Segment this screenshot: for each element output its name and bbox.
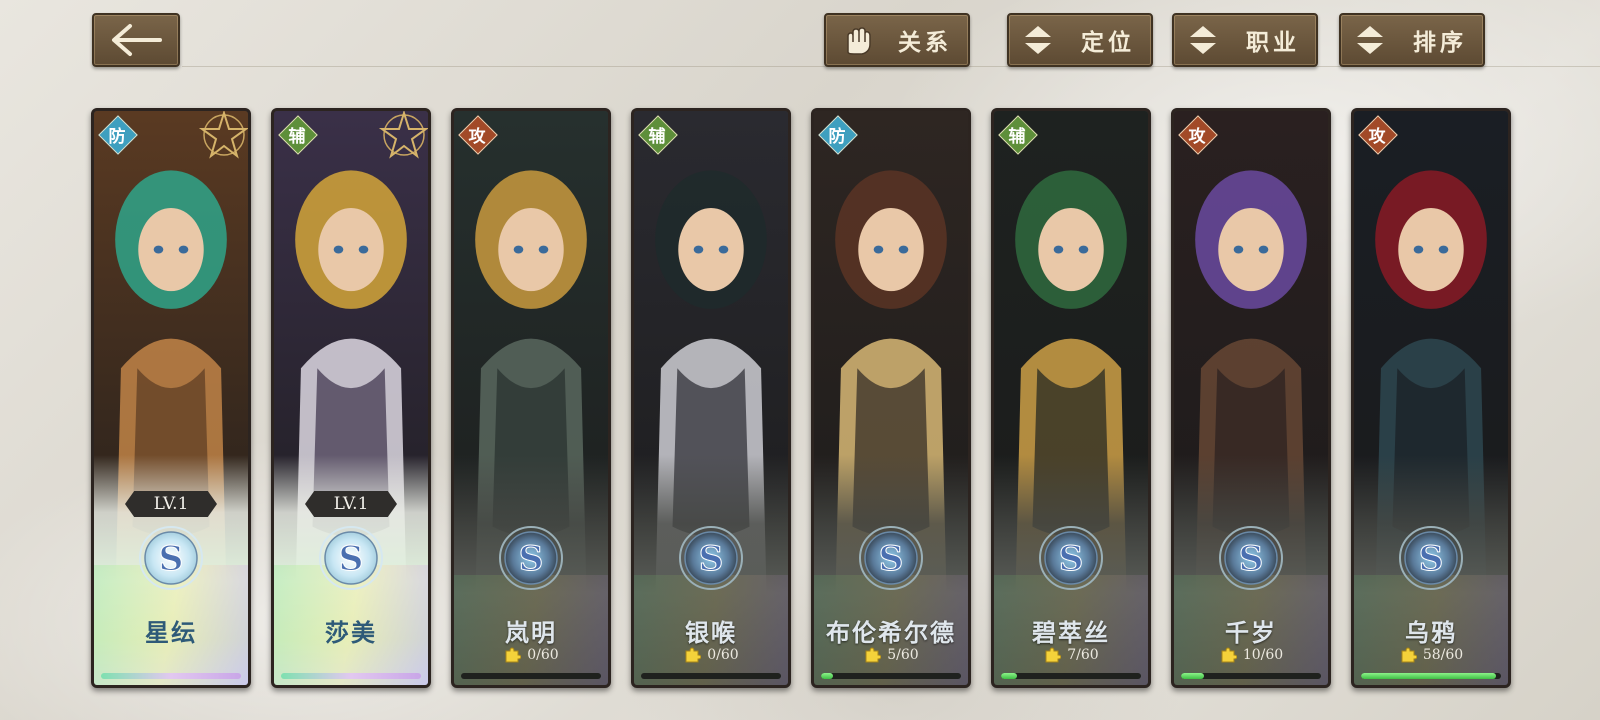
shard-count: 5/60 [814,645,968,665]
s-rank-emblem: S [319,526,383,590]
shard-count: 10/60 [1174,645,1328,665]
shard-count: 58/60 [1354,645,1508,665]
shard-progress-bar [641,673,781,679]
s-rank-emblem: S [1399,526,1463,590]
puzzle-shard-icon [685,647,702,663]
level-badge: LV.1 [305,491,397,517]
role-badge: 攻 [459,116,495,152]
shard-count-text: 5/60 [887,647,919,663]
character-card[interactable]: 防 S 布伦希尔德 5/60 [811,108,971,688]
role-label: 攻 [1368,126,1386,147]
character-card-list: 防 LV.1 S 星纭辅 LV.1 S 莎美攻 S 岚明 0/60 辅 S 银喉 0/60 防 S 布伦希尔德 5… [91,108,1511,688]
role-badge: 防 [819,116,855,152]
shard-count: 0/60 [454,645,608,665]
up-down-arrows-icon [1025,26,1051,54]
character-name: 岚明 [505,618,557,647]
s-rank-emblem: S [139,526,203,590]
character-card[interactable]: 攻 S 千岁 10/60 [1171,108,1331,688]
rank-label: S [879,539,904,579]
character-card[interactable]: 防 LV.1 S 星纭 [91,108,251,688]
position-filter-label: 定位 [1081,30,1135,56]
up-down-arrows-icon [1190,26,1216,54]
back-button[interactable] [92,13,180,67]
rank-label: S [339,539,364,579]
role-label: 攻 [1188,126,1206,147]
shard-progress-bar [1001,673,1141,679]
relation-button[interactable]: 关系 [824,13,970,67]
sort-button[interactable]: 排序 [1339,13,1485,67]
shard-count-text: 10/60 [1242,647,1284,663]
left-arrow-icon [112,24,162,56]
shard-progress-fill [821,673,833,679]
role-label: 防 [108,126,126,147]
role-label: 辅 [288,126,306,147]
puzzle-shard-icon [1221,647,1237,663]
role-badge: 攻 [1359,116,1395,152]
shard-count-text: 0/60 [527,647,559,663]
s-rank-emblem: S [1039,526,1103,590]
character-name: 碧萃丝 [1032,618,1110,647]
up-down-arrows-icon [1357,26,1383,54]
role-badge: 辅 [639,116,675,152]
shard-progress-bar [101,673,241,679]
shard-progress-bar [821,673,961,679]
character-name: 千岁 [1225,618,1277,647]
shard-count-text: 7/60 [1067,647,1099,663]
shard-progress-bar [461,673,601,679]
puzzle-shard-icon [1401,647,1417,663]
character-name: 布伦希尔德 [826,618,956,647]
shard-count: 0/60 [634,645,788,665]
shard-progress-bar [1361,673,1501,679]
puzzle-shard-icon [865,647,882,663]
character-name: 乌鸦 [1405,618,1457,647]
role-label: 防 [828,126,846,147]
s-rank-emblem: S [499,526,563,590]
position-filter-button[interactable]: 定位 [1007,13,1153,67]
class-filter-label: 职业 [1246,30,1300,56]
rank-label: S [159,539,184,579]
shard-count: 7/60 [994,645,1148,665]
character-card[interactable]: 辅 S 碧萃丝 7/60 [991,108,1151,688]
character-name: 星纭 [145,618,197,647]
role-badge: 辅 [279,116,315,152]
character-card[interactable]: 辅 LV.1 S 莎美 [271,108,431,688]
character-name: 银喉 [685,618,737,647]
shard-count-text: 0/60 [707,647,739,663]
rank-label: S [1059,539,1084,579]
shard-progress-bar [1181,673,1321,679]
character-card[interactable]: 攻 S 乌鸦 58/60 [1351,108,1511,688]
role-badge: 辅 [999,116,1035,152]
s-rank-emblem: S [679,526,743,590]
glove-icon [847,27,871,55]
rank-label: S [699,539,724,579]
role-label: 辅 [648,126,666,147]
character-name: 莎美 [325,618,377,647]
rank-label: S [1419,539,1444,579]
shard-progress-fill [1001,673,1018,679]
shard-count-text: 58/60 [1422,647,1464,663]
rank-label: S [519,539,544,579]
sort-label: 排序 [1413,30,1467,56]
puzzle-shard-icon [1045,647,1062,663]
character-card[interactable]: 辅 S 银喉 0/60 [631,108,791,688]
character-card[interactable]: 攻 S 岚明 0/60 [451,108,611,688]
star-outline-icon [378,111,428,159]
shard-progress-bar [281,673,421,679]
level-badge: LV.1 [125,491,217,517]
role-label: 攻 [468,126,486,147]
relation-label: 关系 [898,30,952,56]
rank-label: S [1239,539,1264,579]
shard-progress-fill [1181,673,1205,679]
star-outline-icon [198,111,248,159]
puzzle-shard-icon [505,647,522,663]
role-label: 辅 [1008,126,1026,147]
role-badge: 攻 [1179,116,1215,152]
role-badge: 防 [99,116,135,152]
s-rank-emblem: S [1219,526,1283,590]
shard-progress-fill [1361,673,1497,679]
class-filter-button[interactable]: 职业 [1172,13,1318,67]
s-rank-emblem: S [859,526,923,590]
